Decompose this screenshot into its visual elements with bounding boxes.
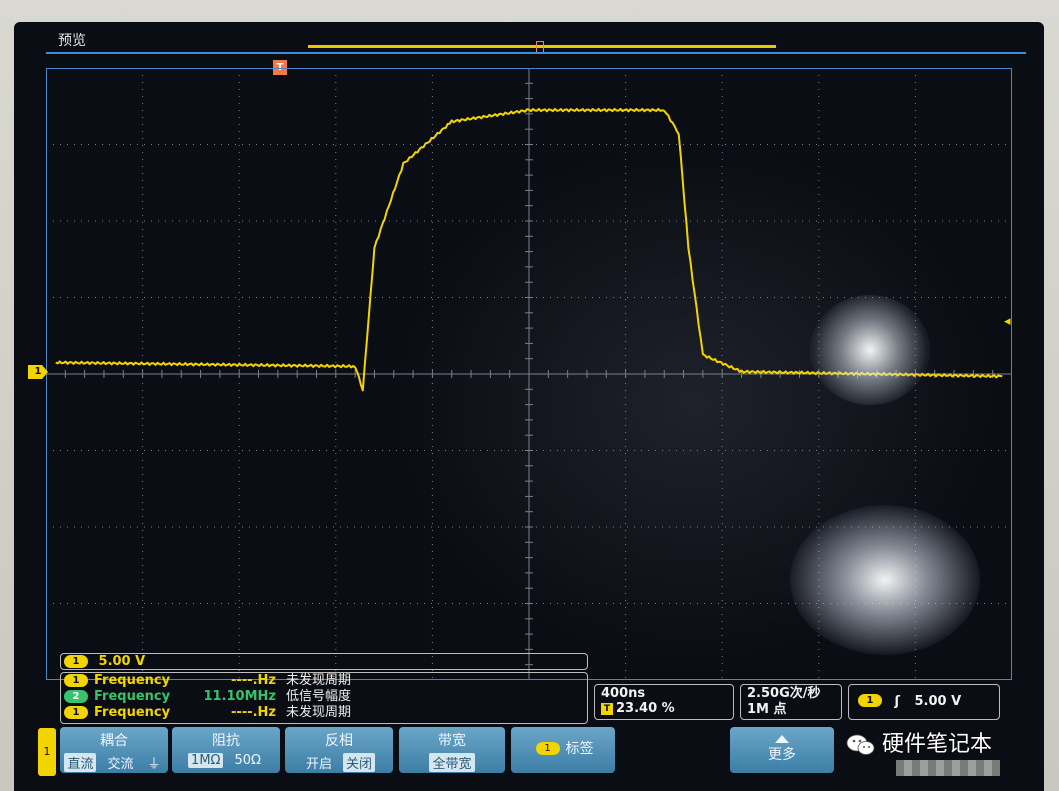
impedance-1m-option[interactable]: 1MΩ <box>188 753 224 768</box>
measurement-panel[interactable]: 1 Frequency ----.Hz 未发现周期 2 Frequency 11.10MH… <box>60 672 588 724</box>
trigger-level-arrow-icon[interactable]: ◂ <box>1004 314 1011 329</box>
coupling-dc-option[interactable]: 直流 <box>64 753 97 772</box>
time-per-division: 400ns <box>601 686 646 701</box>
graticule-top-line <box>46 52 1026 54</box>
measurement-name: Frequency <box>94 689 171 704</box>
measurement-value: 11.10MHz <box>203 689 276 704</box>
bandwidth-title: 带宽 <box>438 733 466 749</box>
label-channel-badge: 1 <box>535 742 560 755</box>
coupling-title: 耦合 <box>100 733 128 749</box>
measurement-note: 未发现周期 <box>286 705 352 720</box>
invert-title: 反相 <box>325 733 353 749</box>
more-title: 更多 <box>768 747 796 763</box>
label-title: 标签 <box>565 741 594 757</box>
trigger-readout[interactable]: 1 ʃ 5.00 V <box>848 684 1000 720</box>
coupling-ac-option[interactable]: 交流 <box>104 753 136 772</box>
impedance-50-option[interactable]: 50Ω <box>231 753 263 768</box>
wechat-icon <box>846 734 875 755</box>
channel1-menu-tab[interactable]: 1 <box>38 728 56 776</box>
trigger-level: 5.00 V <box>914 694 962 709</box>
label-button[interactable]: 1 标签 <box>511 727 615 773</box>
mosaic-patch <box>896 760 1000 776</box>
chevron-up-icon <box>775 735 789 743</box>
watermark: 硬件笔记本 <box>846 730 992 760</box>
channel1-scale-readout[interactable]: 1 5.00 V <box>60 653 588 670</box>
measurement-row: 2 Frequency 11.10MHz 低信号幅度 <box>61 689 587 705</box>
ground-icon[interactable]: ⏚ <box>145 753 164 772</box>
record-length: 1M 点 <box>747 702 787 717</box>
acquisition-readout[interactable]: 2.50G次/秒 1M 点 <box>740 684 842 720</box>
screen-glare-upper <box>810 295 930 405</box>
trigger-position-percent: 23.40 % <box>616 701 675 716</box>
trigger-t-icon: T <box>601 702 613 715</box>
sample-rate: 2.50G次/秒 <box>747 686 821 701</box>
more-button[interactable]: 更多 <box>730 727 834 773</box>
measurement-channel-badge: 1 <box>64 706 88 719</box>
bandwidth-button[interactable]: 带宽 全带宽 <box>399 727 505 773</box>
measurement-name: Frequency <box>94 673 171 688</box>
bandwidth-full-option[interactable]: 全带宽 <box>429 753 475 772</box>
screen-title: 预览 <box>58 33 86 49</box>
watermark-text: 硬件笔记本 <box>882 732 993 757</box>
measurement-channel-badge: 2 <box>64 690 88 703</box>
timebase-readout[interactable]: 400ns T 23.40 % <box>594 684 734 720</box>
measurement-name: Frequency <box>94 705 171 720</box>
measurement-value: ----.Hz <box>231 705 276 720</box>
measurement-channel-badge: 1 <box>64 674 88 687</box>
channel1-volts-per-div: 5.00 V <box>98 654 146 669</box>
measurement-row: 1 Frequency ----.Hz 未发现周期 <box>61 705 587 721</box>
measurement-note: 低信号幅度 <box>286 689 352 704</box>
impedance-title: 阻抗 <box>212 733 240 749</box>
measurement-note: 未发现周期 <box>286 673 352 688</box>
invert-button[interactable]: 反相 开启 关闭 <box>285 727 393 773</box>
measurement-value: ----.Hz <box>231 673 276 688</box>
invert-off-option[interactable]: 关闭 <box>343 753 376 772</box>
impedance-button[interactable]: 阻抗 1MΩ 50Ω <box>172 727 280 773</box>
screen-glare-lower <box>790 505 980 655</box>
measurement-row: 1 Frequency ----.Hz 未发现周期 <box>61 673 587 689</box>
trigger-source-badge: 1 <box>858 694 882 707</box>
invert-on-option[interactable]: 开启 <box>303 753 335 772</box>
channel1-badge: 1 <box>64 655 88 668</box>
rising-edge-icon: ʃ <box>894 694 900 709</box>
coupling-button[interactable]: 耦合 直流 交流 ⏚ <box>60 727 168 773</box>
